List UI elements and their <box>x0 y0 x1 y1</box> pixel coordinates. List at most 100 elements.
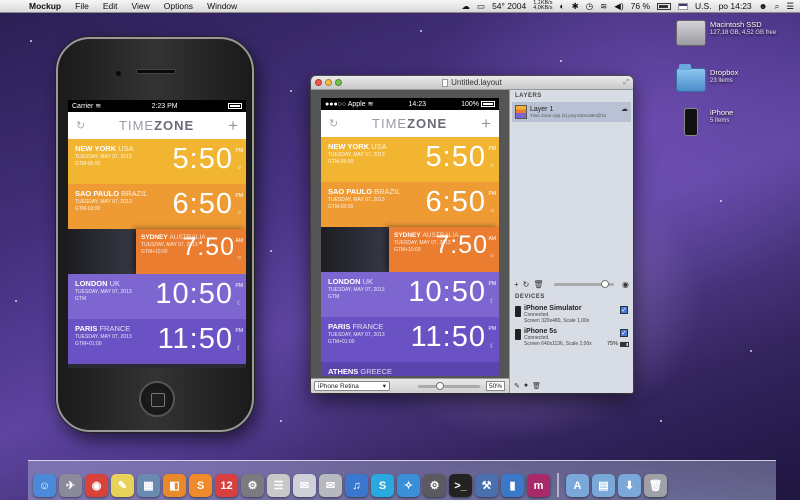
dock-applications-folder-icon[interactable]: A <box>566 474 589 497</box>
dock-mm-app-icon[interactable]: m <box>527 474 550 497</box>
spotlight-icon[interactable]: ⌕ <box>775 1 780 12</box>
device-select[interactable]: iPhone Retina ▾ <box>314 381 390 391</box>
desktop-icon-ssd[interactable]: Macintosh SSD 127,18 GB, 4,52 GB free <box>676 20 776 46</box>
battery-percent[interactable]: 76 % <box>631 1 650 11</box>
zoom-field[interactable]: 50% <box>486 381 505 391</box>
user-icon[interactable]: ☻ <box>759 1 768 11</box>
dock-terminal-icon[interactable]: >_ <box>449 474 472 497</box>
time-machine-icon[interactable]: ◷ <box>586 1 593 12</box>
city-date: TUESDAY, MAY 07, 2013 <box>75 154 132 160</box>
device-checkbox[interactable]: ✓ <box>620 306 628 314</box>
city-row[interactable]: LONDON UK TUESDAY, MAY 07, 2013 GTM 10:50… <box>68 274 246 319</box>
menu-file[interactable]: File <box>68 1 96 11</box>
dock-chrome-icon[interactable]: ◉ <box>85 474 108 497</box>
input-source[interactable]: U.S. <box>695 1 712 11</box>
fullscreen-icon[interactable]: ⤢ <box>623 79 629 87</box>
dock-sublime-icon[interactable]: S <box>189 474 212 497</box>
layer-item[interactable]: Layer 1 Time Zone App (2).png 640x1884@2… <box>512 102 631 122</box>
dock-downloads-folder-icon[interactable]: ⬇ <box>618 474 641 497</box>
moon-icon: ☾ <box>489 299 495 305</box>
city-name: NEW YORK <box>75 144 117 153</box>
bluetooth-icon[interactable]: ✱ <box>572 1 579 12</box>
dock-skype-icon[interactable]: S <box>371 474 394 497</box>
device-item[interactable]: iPhone 5s Connected. Screen 640x1136, Sc… <box>510 326 633 349</box>
trash-icon[interactable]: 🗑 <box>532 382 541 390</box>
menu-view[interactable]: View <box>124 1 156 11</box>
weather-temp[interactable]: 54° 2004 <box>492 1 526 11</box>
device-item[interactable]: iPhone Simulator Connected. Screen 320x4… <box>510 303 633 326</box>
city-row: SAO PAULO BRAZIL TUESDAY, MAY 07, 2013 GT… <box>321 182 499 227</box>
minimize-button[interactable] <box>325 79 332 86</box>
close-button[interactable] <box>315 79 322 86</box>
signal-icon: ●●●○○ <box>325 101 347 108</box>
zoom-slider-knob[interactable] <box>435 381 444 390</box>
desktop-label: iPhone <box>710 108 734 117</box>
dock-ibooks-icon[interactable]: ◧ <box>163 474 186 497</box>
carrier-label: Apple <box>347 101 366 108</box>
display-icon[interactable]: ▭ <box>477 1 485 12</box>
desktop-icon-iphone[interactable]: iPhone 5 items <box>676 108 733 136</box>
country-name: BRAZIL <box>374 187 401 196</box>
canvas-area[interactable]: ●●●○○ Apple ≋ 14:23 100% ↻ TIMEZONE + NE… <box>311 90 509 378</box>
device-checkbox[interactable]: ✓ <box>620 329 628 337</box>
dock-stickies-icon[interactable]: ✎ <box>111 474 134 497</box>
dock-messages-icon[interactable]: ✉ <box>293 474 316 497</box>
volume-icon[interactable]: ◀) <box>614 1 623 12</box>
cloud-icon[interactable]: ☁ <box>462 1 471 12</box>
dock-itunes-icon[interactable]: ♫ <box>345 474 368 497</box>
home-button[interactable] <box>139 381 175 417</box>
layers-list-empty <box>510 122 633 277</box>
city-row[interactable]: SAO PAULO BRAZIL TUESDAY, MAY 07, 2013 GT… <box>68 184 246 229</box>
dock-trash-icon[interactable]: 🗑 <box>644 474 667 497</box>
opacity-slider[interactable] <box>553 279 614 288</box>
menu-extras: ☁ ▭ 54° 2004 1,1KB/s 4,0KB/s ◐ ✱ ◷ ≋ ◀) … <box>462 0 800 12</box>
eye-icon[interactable]: ◉ <box>622 280 629 289</box>
dock-mockup-icon[interactable]: ▮ <box>501 474 524 497</box>
dock-finder-icon[interactable]: ☺ <box>33 474 56 497</box>
menu-app-name[interactable]: Mockup <box>22 1 68 11</box>
dock-calendar-icon[interactable]: 12 <box>215 474 238 497</box>
add-icon[interactable]: + <box>514 280 519 289</box>
menu-edit[interactable]: Edit <box>96 1 125 11</box>
dock-documents-folder-icon[interactable]: ▤ <box>592 474 615 497</box>
city-row[interactable]: NEW YORK USA TUESDAY, MAY 07, 2013 GTM-05… <box>68 139 246 184</box>
info-icon[interactable]: ● <box>524 382 528 390</box>
city-gmt: GTM+01:00 <box>328 339 355 345</box>
notification-center-icon[interactable]: ☰ <box>786 1 794 12</box>
menu-options[interactable]: Options <box>157 1 200 11</box>
clock[interactable]: po 14:23 <box>719 1 752 11</box>
trash-icon[interactable]: 🗑 <box>533 280 543 289</box>
refresh-icon[interactable]: ↻ <box>76 119 85 132</box>
dock-launchpad-icon[interactable]: ✈ <box>59 474 82 497</box>
dock-xcode-icon[interactable]: ⚒ <box>475 474 498 497</box>
desktop-icon-dropbox[interactable]: Dropbox 23 items <box>676 64 738 92</box>
dock-system-prefs-tool-icon[interactable]: ⚙ <box>241 474 264 497</box>
wrench-icon[interactable]: ✎ <box>514 382 520 390</box>
layer-tools: + ↻ 🗑 ◉ <box>510 277 633 291</box>
window-titlebar[interactable]: Untitled.layout ⤢ <box>311 76 633 90</box>
cloud-icon[interactable]: ☁ <box>621 105 628 113</box>
refresh-icon[interactable]: ↻ <box>523 280 530 289</box>
opacity-slider-knob[interactable] <box>600 279 609 288</box>
city-row[interactable]: PARIS FRANCE TUESDAY, MAY 07, 2013 GTM+01… <box>68 319 246 364</box>
wifi-icon[interactable]: ≋ <box>600 1 607 12</box>
dock-notes-icon[interactable]: ☰ <box>267 474 290 497</box>
city-row-folding[interactable]: SYDNEY AUSTRALIA TUESDAY, MAY 07, 2013 GT… <box>68 229 246 274</box>
battery-icon[interactable] <box>657 2 672 10</box>
dock-safari-icon[interactable]: ✧ <box>397 474 420 497</box>
network-stats[interactable]: 1,1KB/s 4,0KB/s <box>533 0 552 12</box>
zoom-button[interactable] <box>335 79 342 86</box>
dock-preview-icon[interactable]: ▦ <box>137 474 160 497</box>
dock-automator-icon[interactable]: ⚙ <box>423 474 446 497</box>
menu-window[interactable]: Window <box>200 1 244 11</box>
menu-icon-a[interactable]: ◐ <box>559 1 564 11</box>
sun-icon: ☼ <box>489 208 496 214</box>
ampm-label: PM <box>235 193 244 199</box>
city-time: 5:50 <box>425 141 486 173</box>
city-time: 6:50 <box>425 186 486 218</box>
add-city-button[interactable]: + <box>228 116 238 136</box>
zoom-slider[interactable] <box>418 381 480 390</box>
dock-mail-icon[interactable]: ✉ <box>319 474 342 497</box>
city-gmt: GTM+10:00 <box>141 249 168 255</box>
city-name: SYDNEY <box>394 232 421 239</box>
